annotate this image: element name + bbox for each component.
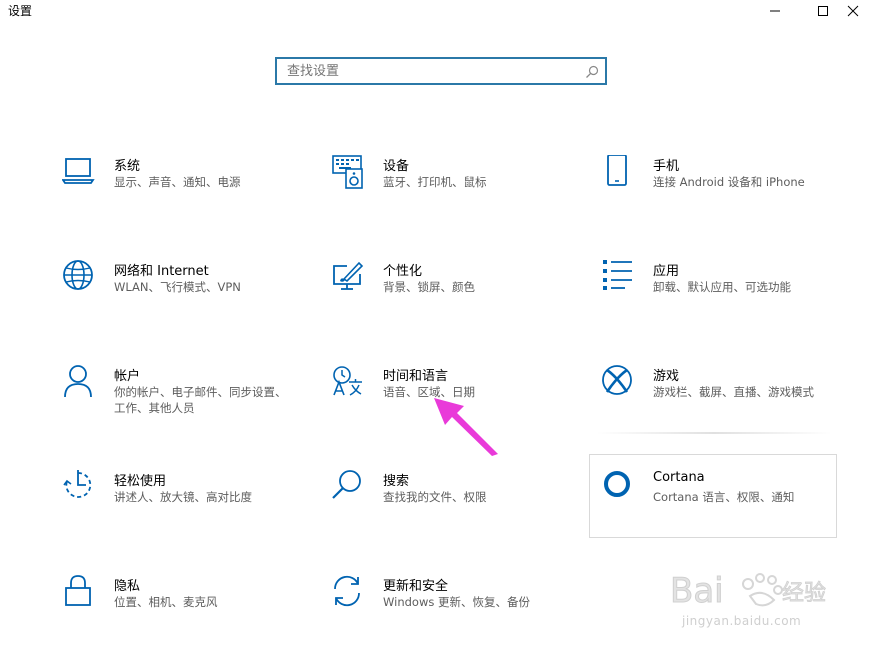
tile-desc: 背景、锁屏、颜色 bbox=[383, 280, 475, 294]
update-sync-icon bbox=[331, 575, 367, 611]
tile-desc: 位置、相机、麦克风 bbox=[114, 595, 218, 609]
tile-name: 系统 bbox=[114, 159, 141, 174]
minimize-icon bbox=[770, 10, 780, 12]
search-magnifier-icon bbox=[331, 470, 367, 506]
watermark-text: jingyan.baidu.com bbox=[682, 614, 802, 628]
person-icon bbox=[62, 365, 98, 401]
tile-name: 帐户 bbox=[114, 369, 141, 384]
tile-name: 设备 bbox=[383, 159, 410, 174]
tile-desc: 你的帐户、电子邮件、同步设置、工作、其他人员 bbox=[114, 385, 287, 415]
app-list-icon bbox=[601, 260, 637, 296]
search-icon[interactable] bbox=[585, 64, 599, 83]
tile-gaming[interactable]: 游戏 游戏栏、截屏、直播、游戏模式 bbox=[601, 365, 851, 445]
tile-devices[interactable]: 设备 蓝牙、打印机、鼠标 bbox=[331, 155, 581, 235]
laptop-icon bbox=[62, 155, 98, 191]
tile-name: 网络和 Internet bbox=[114, 264, 209, 279]
tile-desc: 讲述人、放大镜、高对比度 bbox=[114, 490, 252, 504]
tile-desc: 蓝牙、打印机、鼠标 bbox=[383, 175, 487, 189]
svg-text:经验: 经验 bbox=[782, 581, 826, 606]
tile-name: 轻松使用 bbox=[114, 474, 167, 489]
tile-desc: 显示、声音、通知、电源 bbox=[114, 175, 241, 189]
tile-name: 搜索 bbox=[383, 474, 410, 489]
paint-monitor-icon bbox=[331, 260, 367, 296]
time-language-icon bbox=[331, 365, 367, 401]
ease-of-access-icon bbox=[62, 470, 98, 506]
maximize-icon bbox=[818, 6, 828, 16]
close-button[interactable] bbox=[830, 0, 876, 22]
tile-name: 应用 bbox=[653, 264, 680, 279]
search-box[interactable] bbox=[275, 57, 607, 85]
tile-desc: Windows 更新、恢复、备份 bbox=[383, 595, 530, 609]
annotation-arrow bbox=[434, 398, 498, 456]
tile-name: 手机 bbox=[653, 159, 680, 174]
tile-name: 游戏 bbox=[653, 369, 680, 384]
cortana-ring-icon bbox=[601, 470, 637, 506]
svg-text:Bai: Bai bbox=[670, 571, 724, 611]
tile-name: 隐私 bbox=[114, 579, 141, 594]
window-title: 设置 bbox=[8, 4, 33, 18]
tile-accounts[interactable]: 帐户 你的帐户、电子邮件、同步设置、工作、其他人员 bbox=[62, 365, 312, 445]
xbox-icon bbox=[601, 365, 637, 401]
tile-desc: 连接 Android 设备和 iPhone bbox=[653, 175, 805, 189]
tile-name: 时间和语言 bbox=[383, 369, 449, 384]
keyboard-speaker-icon bbox=[331, 155, 367, 191]
tile-desc: 查找我的文件、权限 bbox=[383, 490, 487, 504]
tile-desc: WLAN、飞行模式、VPN bbox=[114, 280, 241, 294]
tile-search[interactable]: 搜索 查找我的文件、权限 bbox=[331, 470, 581, 550]
tile-desc: 卸载、默认应用、可选功能 bbox=[653, 280, 791, 294]
tile-personalization[interactable]: 个性化 背景、锁屏、颜色 bbox=[331, 260, 581, 340]
tile-system[interactable]: 系统 显示、声音、通知、电源 bbox=[62, 155, 312, 235]
tile-privacy[interactable]: 隐私 位置、相机、麦克风 bbox=[62, 575, 312, 655]
tile-ease-of-access[interactable]: 轻松使用 讲述人、放大镜、高对比度 bbox=[62, 470, 312, 550]
lock-icon bbox=[62, 575, 98, 611]
tile-update-security[interactable]: 更新和安全 Windows 更新、恢复、备份 bbox=[331, 575, 581, 655]
close-icon bbox=[847, 5, 859, 17]
tile-name: 更新和安全 bbox=[383, 579, 449, 594]
globe-icon bbox=[62, 260, 98, 296]
tile-network[interactable]: 网络和 Internet WLAN、飞行模式、VPN bbox=[62, 260, 312, 340]
title-bar: 设置 bbox=[0, 0, 876, 22]
tile-desc: Cortana 语言、权限、通知 bbox=[653, 490, 795, 504]
tile-apps[interactable]: 应用 卸载、默认应用、可选功能 bbox=[601, 260, 851, 340]
baidu-jingyan-logo: Bai 经验 bbox=[670, 571, 826, 612]
search-input[interactable] bbox=[277, 59, 583, 83]
tile-cortana[interactable]: Cortana Cortana 语言、权限、通知 bbox=[601, 470, 851, 550]
tile-name: 个性化 bbox=[383, 264, 423, 279]
tile-desc: 游戏栏、截屏、直播、游戏模式 bbox=[653, 385, 814, 399]
tile-name: Cortana bbox=[653, 470, 705, 485]
tile-phone[interactable]: 手机 连接 Android 设备和 iPhone bbox=[601, 155, 851, 235]
minimize-button[interactable] bbox=[752, 0, 798, 22]
phone-icon bbox=[601, 155, 637, 191]
